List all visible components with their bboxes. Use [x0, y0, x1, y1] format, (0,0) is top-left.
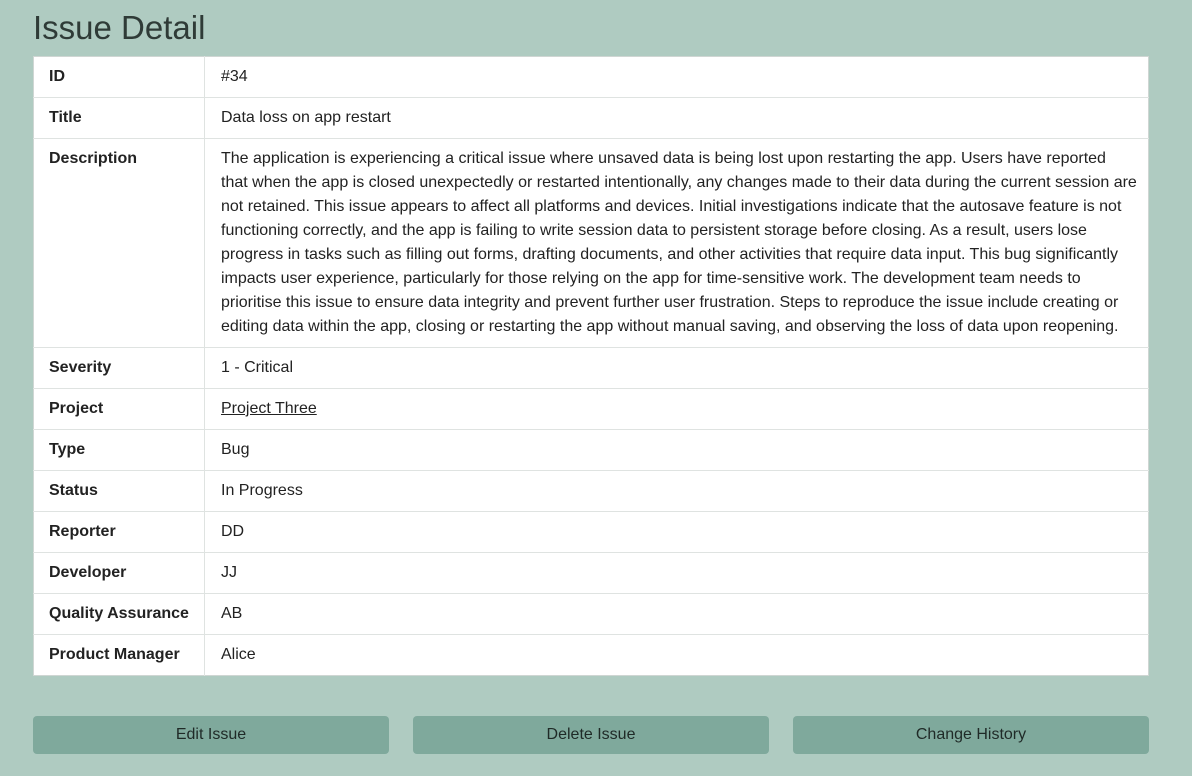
page-title: Issue Detail — [33, 9, 206, 46]
row-id: ID #34 — [33, 56, 1149, 98]
description-label: Description — [33, 138, 205, 348]
row-status: Status In Progress — [33, 470, 1149, 512]
title-label: Title — [33, 97, 205, 139]
row-title: Title Data loss on app restart — [33, 97, 1149, 139]
developer-label: Developer — [33, 552, 205, 594]
product-manager-label: Product Manager — [33, 634, 205, 676]
row-reporter: Reporter DD — [33, 511, 1149, 553]
developer-value: JJ — [204, 552, 1149, 594]
reporter-value: DD — [204, 511, 1149, 553]
description-value: The application is experiencing a critic… — [204, 138, 1149, 348]
issue-detail-table: ID #34 Title Data loss on app restart De… — [33, 56, 1149, 676]
status-label: Status — [33, 470, 205, 512]
project-cell: Project Three — [204, 388, 1149, 430]
row-product-manager: Product Manager Alice — [33, 634, 1149, 676]
id-label: ID — [33, 56, 205, 98]
type-label: Type — [33, 429, 205, 471]
change-history-button[interactable]: Change History — [793, 716, 1149, 754]
row-severity: Severity 1 - Critical — [33, 347, 1149, 389]
edit-issue-button[interactable]: Edit Issue — [33, 716, 389, 754]
project-link[interactable]: Project Three — [221, 400, 317, 417]
row-developer: Developer JJ — [33, 552, 1149, 594]
issue-detail-page: Issue Detail ID #34 Title Data loss on a… — [0, 0, 1192, 776]
delete-issue-button[interactable]: Delete Issue — [413, 716, 769, 754]
status-value: In Progress — [204, 470, 1149, 512]
id-value: #34 — [221, 68, 248, 85]
action-bar: Edit Issue Delete Issue Change History — [33, 716, 1149, 754]
quality-assurance-value: AB — [204, 593, 1149, 635]
row-description: Description The application is experienc… — [33, 138, 1149, 348]
row-quality-assurance: Quality Assurance AB — [33, 593, 1149, 635]
quality-assurance-label: Quality Assurance — [33, 593, 205, 635]
type-value: Bug — [204, 429, 1149, 471]
row-project: Project Project Three — [33, 388, 1149, 430]
row-type: Type Bug — [33, 429, 1149, 471]
severity-value: 1 - Critical — [204, 347, 1149, 389]
reporter-label: Reporter — [33, 511, 205, 553]
project-label: Project — [33, 388, 205, 430]
title-value: Data loss on app restart — [204, 97, 1149, 139]
severity-label: Severity — [33, 347, 205, 389]
product-manager-value: Alice — [204, 634, 1149, 676]
